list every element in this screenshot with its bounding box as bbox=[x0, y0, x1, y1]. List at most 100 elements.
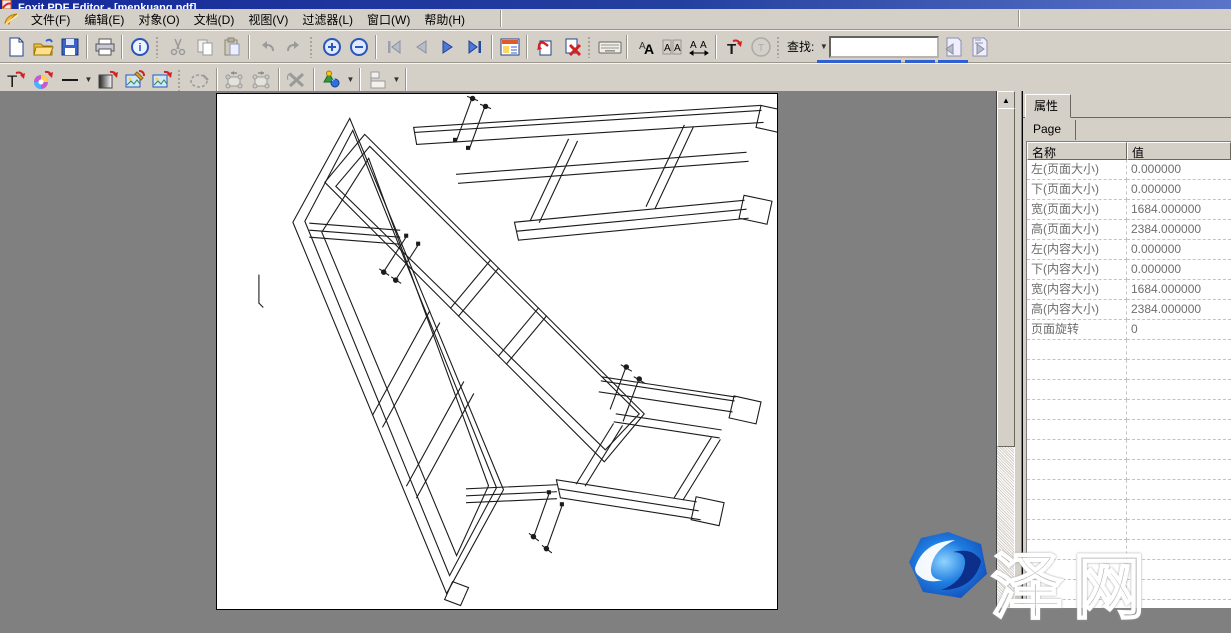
text-cursor-mark bbox=[259, 275, 263, 307]
separator bbox=[86, 35, 88, 59]
menu-object[interactable]: 对象(O) bbox=[131, 9, 186, 30]
menu-help[interactable]: 帮助(H) bbox=[417, 9, 472, 30]
document-workspace[interactable] bbox=[0, 91, 996, 608]
add-color-icon[interactable] bbox=[29, 67, 56, 93]
toolbar-grip[interactable] bbox=[155, 36, 160, 58]
add-shape-icon[interactable] bbox=[318, 67, 345, 93]
undo-icon[interactable] bbox=[253, 34, 280, 60]
paste-icon[interactable] bbox=[218, 34, 245, 60]
table-row: 页面旋转0 bbox=[1027, 320, 1231, 340]
redo-icon[interactable] bbox=[280, 34, 307, 60]
table-header: 名称 值 bbox=[1027, 142, 1231, 160]
menu-file[interactable]: 文件(F) bbox=[24, 9, 77, 30]
properties-tab[interactable]: 属性 bbox=[1025, 94, 1071, 118]
align-dropdown[interactable]: ▼ bbox=[391, 69, 402, 91]
add-text-icon[interactable]: T bbox=[2, 67, 29, 93]
menu-filter[interactable]: 过滤器(L) bbox=[295, 9, 360, 30]
empty-row bbox=[1027, 340, 1231, 360]
zoom-out-icon[interactable] bbox=[345, 34, 372, 60]
scroll-up-icon[interactable]: ▲ bbox=[997, 91, 1015, 109]
shape-dropdown[interactable]: ▼ bbox=[345, 69, 356, 91]
find-underline bbox=[817, 60, 901, 63]
menu-view[interactable]: 视图(V) bbox=[241, 9, 295, 30]
delete-page-icon[interactable] bbox=[558, 34, 585, 60]
empty-row bbox=[1027, 440, 1231, 460]
document-icon[interactable] bbox=[3, 11, 21, 27]
first-page-icon[interactable] bbox=[380, 34, 407, 60]
table-row: 下(页面大小)0.000000 bbox=[1027, 180, 1231, 200]
separator bbox=[375, 35, 377, 59]
print-icon[interactable] bbox=[91, 34, 118, 60]
prev-page-icon[interactable] bbox=[407, 34, 434, 60]
properties-panel: 属性 Page 名称 值 左(页面大小)0.000000 下(页面大小)0.00… bbox=[1022, 91, 1231, 608]
separator bbox=[526, 35, 528, 59]
svg-text:T: T bbox=[7, 72, 17, 91]
table-row: 高(内容大小)2384.000000 bbox=[1027, 300, 1231, 320]
header-name[interactable]: 名称 bbox=[1027, 142, 1127, 160]
page-subtab[interactable]: Page bbox=[1027, 120, 1076, 140]
find-forward-icon[interactable] bbox=[966, 34, 993, 60]
toolbar-grip[interactable] bbox=[177, 69, 182, 91]
panel-splitter[interactable] bbox=[1014, 91, 1022, 608]
copy-icon[interactable] bbox=[191, 34, 218, 60]
svg-text:T: T bbox=[727, 41, 736, 57]
header-value[interactable]: 值 bbox=[1127, 142, 1231, 160]
line-dropdown[interactable]: ▼ bbox=[83, 69, 94, 91]
edit-text-icon[interactable]: T bbox=[720, 34, 747, 60]
toolbar-grip[interactable] bbox=[587, 36, 592, 58]
separator bbox=[248, 35, 250, 59]
cad-drawing[interactable] bbox=[217, 94, 777, 609]
table-row: 下(内容大小)0.000000 bbox=[1027, 260, 1231, 280]
open-icon[interactable] bbox=[29, 34, 56, 60]
font-icon[interactable]: AA bbox=[631, 34, 658, 60]
empty-row bbox=[1027, 460, 1231, 480]
cut-icon[interactable] bbox=[164, 34, 191, 60]
menu-bar: 文件(F) 编辑(E) 对象(O) 文档(D) 视图(V) 过滤器(L) 窗口(… bbox=[0, 9, 1231, 30]
edit-image-icon[interactable] bbox=[121, 67, 148, 93]
rotate-ccw-icon[interactable] bbox=[221, 67, 248, 93]
edit-ellipse-icon[interactable] bbox=[186, 67, 213, 93]
add-line-icon[interactable] bbox=[56, 67, 83, 93]
zoom-in-icon[interactable] bbox=[318, 34, 345, 60]
menu-window[interactable]: 窗口(W) bbox=[360, 9, 417, 30]
menu-band-separator bbox=[500, 10, 502, 27]
toolbar-grip[interactable] bbox=[309, 36, 314, 58]
find-backward-icon[interactable] bbox=[939, 34, 966, 60]
save-icon[interactable] bbox=[56, 34, 83, 60]
page-setup-icon[interactable] bbox=[496, 34, 523, 60]
keyboard-icon[interactable] bbox=[596, 34, 623, 60]
separator bbox=[491, 35, 493, 59]
find-history-dropdown[interactable]: ▼ bbox=[818, 36, 829, 58]
new-icon[interactable] bbox=[2, 34, 29, 60]
align-icon[interactable] bbox=[364, 67, 391, 93]
font-size-icon[interactable]: AA bbox=[658, 34, 685, 60]
menu-edit[interactable]: 编辑(E) bbox=[77, 9, 131, 30]
app-icon bbox=[2, 0, 14, 9]
add-image-icon[interactable] bbox=[148, 67, 175, 93]
document-page[interactable] bbox=[216, 93, 778, 610]
empty-row bbox=[1027, 520, 1231, 540]
separator bbox=[359, 68, 361, 92]
empty-row bbox=[1027, 380, 1231, 400]
empty-row bbox=[1027, 540, 1231, 560]
separator bbox=[121, 35, 123, 59]
svg-text:i: i bbox=[138, 42, 141, 54]
char-spacing-icon[interactable]: AA bbox=[685, 34, 712, 60]
menu-document[interactable]: 文档(D) bbox=[187, 9, 242, 30]
scrollbar-thumb[interactable] bbox=[997, 108, 1015, 447]
toolbar-grip[interactable] bbox=[776, 36, 781, 58]
rotate-page-icon[interactable] bbox=[531, 34, 558, 60]
info-icon[interactable]: i bbox=[126, 34, 153, 60]
separator bbox=[216, 68, 218, 92]
rotate-cw-icon[interactable] bbox=[248, 67, 275, 93]
vertical-scrollbar[interactable]: ▲ bbox=[996, 91, 1014, 608]
delete-object-icon[interactable] bbox=[283, 67, 310, 93]
separator bbox=[278, 68, 280, 92]
find-underline bbox=[938, 60, 968, 63]
text-circle-icon[interactable]: T bbox=[747, 34, 774, 60]
svg-text:A: A bbox=[690, 40, 697, 51]
add-shading-icon[interactable] bbox=[94, 67, 121, 93]
find-input[interactable] bbox=[829, 36, 939, 58]
next-page-icon[interactable] bbox=[434, 34, 461, 60]
last-page-icon[interactable] bbox=[461, 34, 488, 60]
